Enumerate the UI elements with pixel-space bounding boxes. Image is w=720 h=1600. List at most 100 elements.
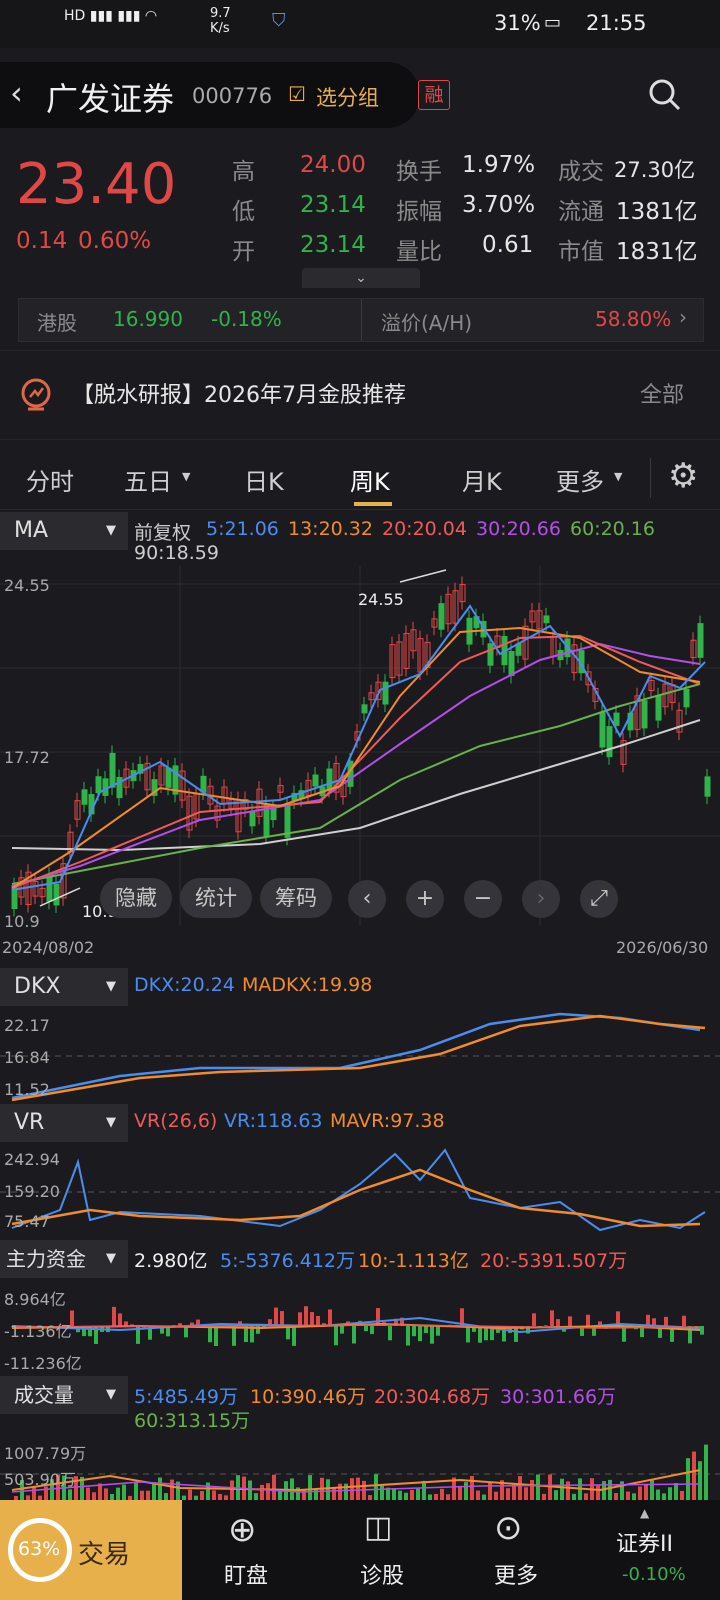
gear-icon[interactable]: ⚙ [668, 456, 698, 496]
dkx-y1: 22.17 [4, 1016, 50, 1035]
next-icon[interactable]: › [522, 880, 560, 918]
volume-bar [506, 1488, 510, 1500]
candle-body [312, 774, 319, 787]
dkx-value: DKX:20.24 [134, 974, 235, 996]
label-volume-ratio: 量比 [396, 239, 442, 265]
funds-bar [586, 1314, 590, 1326]
vol-y1: 1007.79万 [4, 1444, 87, 1463]
volume-bar [536, 1474, 540, 1500]
y-label-mid: 17.72 [4, 748, 50, 767]
dkx-selector[interactable]: DKX ▼ [0, 968, 128, 1006]
volume-bar [158, 1477, 162, 1500]
volume-bar [656, 1489, 660, 1500]
volume-bar [530, 1480, 534, 1500]
hide-button[interactable]: 隐藏 [100, 878, 172, 918]
main-funds-selector[interactable]: 主力资金 ▼ [0, 1240, 128, 1278]
trade-button[interactable]: 63% 交易 [0, 1500, 182, 1600]
tab-intraday[interactable]: 分时 [26, 462, 74, 497]
volume-bar [380, 1485, 384, 1500]
volume-bar [668, 1487, 672, 1500]
chevron-right-icon: › [679, 305, 687, 329]
funds-bar [700, 1326, 704, 1335]
tab-monthly-k[interactable]: 月K [462, 462, 502, 497]
volume-bar [140, 1490, 144, 1500]
dkx-y3: 11.52 [4, 1080, 50, 1099]
funds-bar [550, 1310, 554, 1326]
volume-bar [350, 1478, 354, 1500]
ma-selector[interactable]: MA ▼ [0, 512, 128, 550]
stats-button[interactable]: 统计 [180, 878, 252, 918]
volume-bar [188, 1489, 192, 1500]
value-market-cap: 1831亿 [616, 239, 698, 265]
ma-item: 60:20.16 [570, 518, 655, 540]
funds-bar [280, 1311, 284, 1326]
value-amount: 27.30亿 [614, 158, 696, 182]
select-group-button[interactable]: 选分组 [316, 82, 379, 112]
volume-bar [398, 1490, 402, 1500]
candle-body [102, 778, 109, 796]
zoom-out-icon[interactable]: − [464, 880, 502, 918]
index-name[interactable]: 证券II [616, 1526, 673, 1558]
volume-bar [230, 1480, 234, 1500]
date-end: 2026/06/30 [616, 938, 709, 957]
expand-handle[interactable]: ⌄ [302, 268, 420, 288]
label-amount: 成交 [558, 159, 604, 185]
prev-icon[interactable]: ‹ [348, 880, 386, 918]
funds-bar [418, 1326, 422, 1342]
volume-bar [266, 1483, 270, 1500]
value-turnover: 1.97% [462, 152, 536, 178]
volume-selector[interactable]: 成交量 ▼ [0, 1376, 128, 1414]
label-open: 开 [232, 239, 255, 265]
label-turnover: 换手 [396, 159, 442, 185]
vr-chart [0, 1148, 720, 1232]
search-icon[interactable] [648, 78, 682, 112]
watch-label[interactable]: 盯盘 [224, 1558, 268, 1590]
zoom-in-icon[interactable]: + [406, 880, 444, 918]
funds-bar [274, 1307, 278, 1326]
volume-bar [272, 1474, 276, 1500]
edit-icon[interactable]: ☑ [288, 82, 306, 106]
volume-bar [356, 1477, 360, 1500]
trade-label: 交易 [78, 1540, 131, 1570]
back-icon[interactable]: ‹ [10, 74, 23, 112]
funds-ma20: 20:-5391.507万 [480, 1250, 628, 1272]
news-all-link[interactable]: 全部 [640, 377, 684, 409]
tab-five-day[interactable]: 五日 [124, 462, 172, 497]
hk-price: 16.990 [113, 307, 183, 331]
vr-selector[interactable]: VR ▼ [0, 1104, 128, 1142]
hk-share-strip[interactable]: 港股 16.990 -0.18% 溢价(A/H) 58.80% › [18, 298, 704, 342]
funds-bar [310, 1312, 314, 1326]
volume-bar [488, 1481, 492, 1500]
stock-header: ‹ 广发证券 000776 ☑ 选分组 融 [0, 62, 720, 128]
funds-bar [304, 1306, 308, 1326]
y-label-low: 10.9 [4, 912, 40, 931]
tab-daily-k[interactable]: 日K [244, 462, 284, 497]
tab-more[interactable]: 更多 [556, 462, 604, 497]
value-volume-ratio: 0.61 [482, 232, 534, 258]
tab-weekly-k[interactable]: 周K [350, 462, 390, 497]
value-open: 23.14 [300, 232, 366, 258]
chips-button[interactable]: 筹码 [260, 878, 332, 918]
fullscreen-icon[interactable]: ⤢ [580, 880, 618, 918]
funds-bar [532, 1313, 536, 1326]
volume-bar [122, 1484, 126, 1500]
ma-item: 30:20.66 [476, 518, 561, 540]
hk-pct: -0.18% [211, 307, 282, 331]
label-float: 流通 [558, 199, 604, 225]
network-speed: 9.7 K/s [210, 6, 231, 36]
active-tab-indicator [354, 502, 392, 506]
news-banner[interactable]: 【脱水研报】2026年7月金股推荐 全部 [0, 350, 720, 440]
kline-chart[interactable] [0, 566, 720, 926]
diagnose-label[interactable]: 诊股 [360, 1558, 404, 1590]
funds-bar [406, 1326, 410, 1346]
funds-y2: -1.136亿 [4, 1322, 72, 1341]
more-label[interactable]: 更多 [494, 1558, 538, 1590]
volume-bar [146, 1490, 150, 1500]
value-float: 1381亿 [616, 199, 698, 225]
vol-y2: 503.90万 [4, 1470, 76, 1489]
volume-bar [626, 1491, 630, 1500]
news-headline[interactable]: 【脱水研报】2026年7月金股推荐 [72, 377, 406, 409]
funds-bar [430, 1326, 434, 1344]
funds-bar [352, 1326, 356, 1344]
candle-body [543, 615, 550, 624]
